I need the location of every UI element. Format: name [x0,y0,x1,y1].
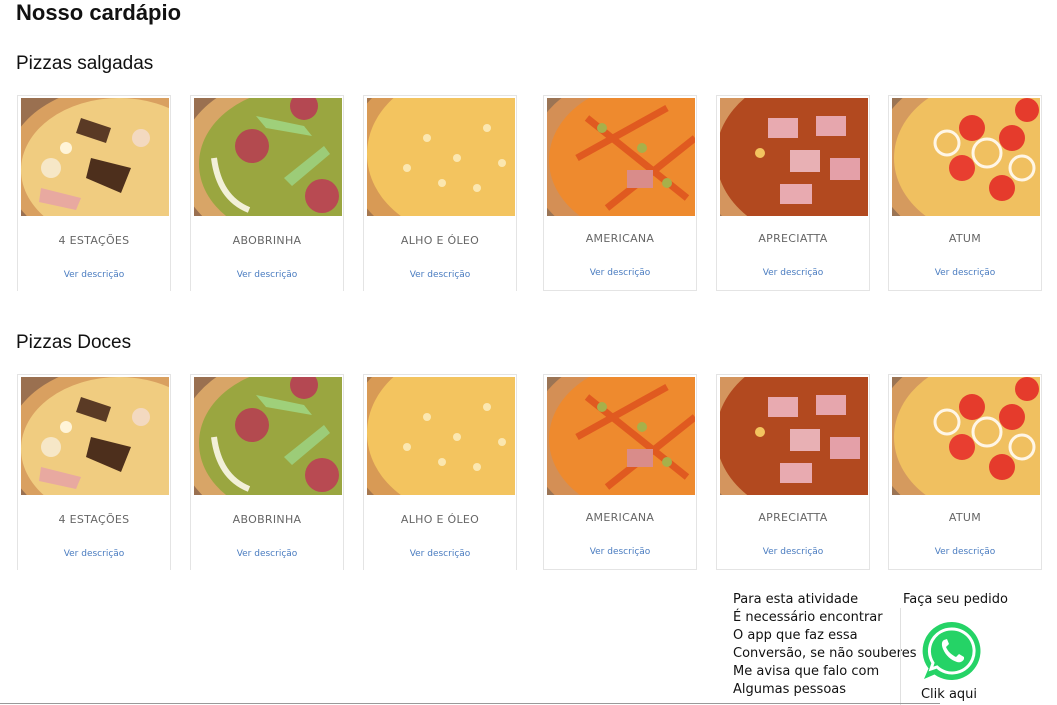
ver-descricao-link[interactable]: Ver descrição [191,270,343,280]
pizza-name: ABOBRINHA [232,513,302,526]
pizza-name: 4 ESTAÇÕES [58,513,130,526]
ver-descricao-link[interactable]: Ver descrição [544,547,696,557]
note-line: Para esta atividade [733,592,859,607]
pizza-name: 4 ESTAÇÕES [58,234,130,247]
pizza-card[interactable]: ATUM Ver descrição [888,374,1042,570]
pizza-card[interactable]: ALHO E ÓLEO Ver descrição [363,95,517,291]
ver-descricao-link[interactable]: Ver descrição [18,549,170,559]
activity-note: Para esta atividade É necessário encontr… [733,591,917,699]
pizza-alho-e-oleo-image[interactable] [367,98,515,216]
ver-descricao-link[interactable]: Ver descrição [18,270,170,280]
order-label: Faça seu pedido [903,592,1008,607]
page-title: Nosso cardápio [16,0,182,25]
bottom-divider [0,703,940,704]
ver-descricao-link[interactable]: Ver descrição [364,270,516,280]
pizza-name: APRECIATTA [758,232,828,245]
whatsapp-icon[interactable] [920,619,984,683]
note-line: Me avisa que falo com [733,664,880,679]
ver-descricao-link[interactable]: Ver descrição [191,549,343,559]
pizza-abobrinha-image[interactable] [194,377,342,495]
whatsapp-cta[interactable]: Clik aqui [901,687,997,702]
pizza-atum-image[interactable] [892,98,1040,216]
pizza-abobrinha-image[interactable] [194,98,342,216]
pizza-name: ATUM [948,232,982,245]
pizza-card[interactable]: ABOBRINHA Ver descrição [190,374,344,570]
pizza-card[interactable]: AMERICANA Ver descrição [543,95,697,291]
section-title-doces: Pizzas Doces [16,332,132,353]
pizza-name: APRECIATTA [758,511,828,524]
ver-descricao-link[interactable]: Ver descrição [364,549,516,559]
pizza-name: AMERICANA [585,232,655,245]
pizza-4-estacoes-image[interactable] [21,98,169,216]
pizza-card[interactable]: ABOBRINHA Ver descrição [190,95,344,291]
section-title-salgadas: Pizzas salgadas [16,53,154,74]
pizza-card[interactable]: ATUM Ver descrição [888,95,1042,291]
pizza-card[interactable]: ALHO E ÓLEO Ver descrição [363,374,517,570]
pizza-apreciatta-image[interactable] [720,98,868,216]
note-line: Conversão, se não souberes [733,646,917,661]
note-line: O app que faz essa [733,628,858,643]
pizza-card[interactable]: 4 ESTAÇÕES Ver descrição [17,95,171,291]
pizza-card[interactable]: APRECIATTA Ver descrição [716,95,870,291]
pizza-americana-image[interactable] [547,377,695,495]
pizza-card[interactable]: AMERICANA Ver descrição [543,374,697,570]
pizza-name: ATUM [948,511,982,524]
note-line: É necessário encontrar [733,610,883,625]
note-line: Algumas pessoas [733,682,847,697]
pizza-name: ALHO E ÓLEO [400,513,480,526]
pizza-card[interactable]: 4 ESTAÇÕES Ver descrição [17,374,171,570]
pizza-name: AMERICANA [585,511,655,524]
ver-descricao-link[interactable]: Ver descrição [717,268,869,278]
ver-descricao-link[interactable]: Ver descrição [889,268,1041,278]
pizza-americana-image[interactable] [547,98,695,216]
pizza-name: ABOBRINHA [232,234,302,247]
ver-descricao-link[interactable]: Ver descrição [544,268,696,278]
ver-descricao-link[interactable]: Ver descrição [717,547,869,557]
pizza-card[interactable]: APRECIATTA Ver descrição [716,374,870,570]
whatsapp-order-box: Clik aqui [900,608,1007,705]
pizza-name: ALHO E ÓLEO [400,234,480,247]
pizza-alho-e-oleo-image[interactable] [367,377,515,495]
pizza-atum-image[interactable] [892,377,1040,495]
ver-descricao-link[interactable]: Ver descrição [889,547,1041,557]
pizza-4-estacoes-image[interactable] [21,377,169,495]
pizza-apreciatta-image[interactable] [720,377,868,495]
